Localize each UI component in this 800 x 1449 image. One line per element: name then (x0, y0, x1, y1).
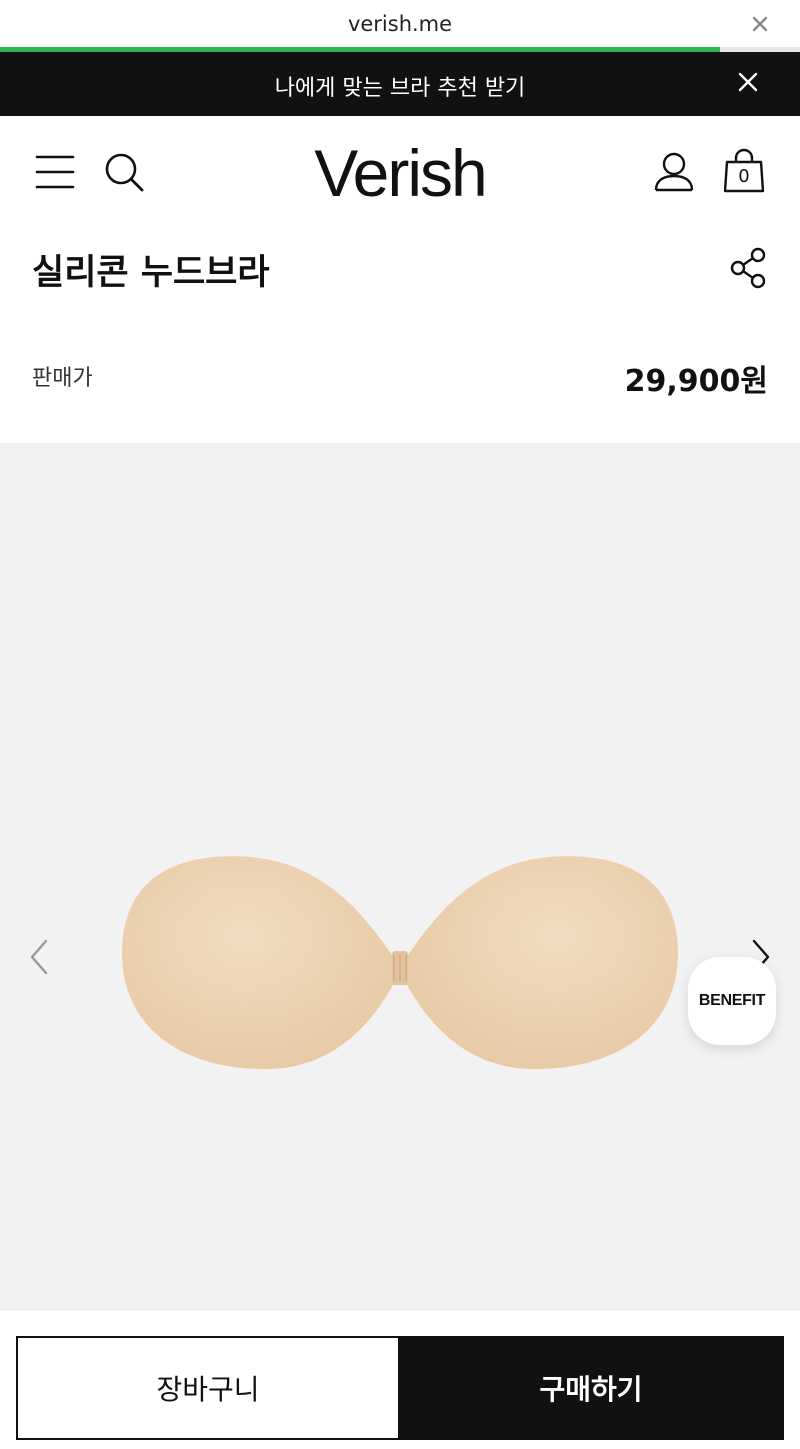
search-icon[interactable] (102, 150, 146, 194)
price-label: 판매가 (32, 366, 93, 391)
browser-bar: verish.me (0, 0, 800, 52)
price-value: 29,900원 (624, 364, 768, 399)
add-to-cart-button[interactable]: 장바구니 (16, 1336, 400, 1440)
close-icon[interactable] (746, 10, 774, 38)
product-title: 실리콘 누드브라 (32, 253, 270, 293)
close-icon[interactable] (734, 68, 762, 96)
url-text[interactable]: verish.me (0, 12, 800, 36)
product-gallery[interactable]: BENEFIT (0, 443, 800, 1309)
chevron-left-icon[interactable] (24, 935, 54, 979)
promo-banner[interactable]: 나에게 맞는 브라 추천 받기 (0, 52, 800, 116)
promo-banner-text[interactable]: 나에게 맞는 브라 추천 받기 (0, 70, 800, 102)
cart-button[interactable]: 0 (722, 148, 766, 194)
buy-now-button[interactable]: 구매하기 (398, 1336, 784, 1440)
benefit-button[interactable]: BENEFIT (688, 957, 776, 1045)
user-icon[interactable] (652, 150, 696, 194)
share-icon[interactable] (728, 246, 768, 290)
product-image (122, 856, 678, 1070)
cart-count: 0 (738, 166, 750, 187)
site-logo[interactable]: Verish (300, 134, 500, 212)
menu-icon[interactable] (34, 152, 76, 192)
